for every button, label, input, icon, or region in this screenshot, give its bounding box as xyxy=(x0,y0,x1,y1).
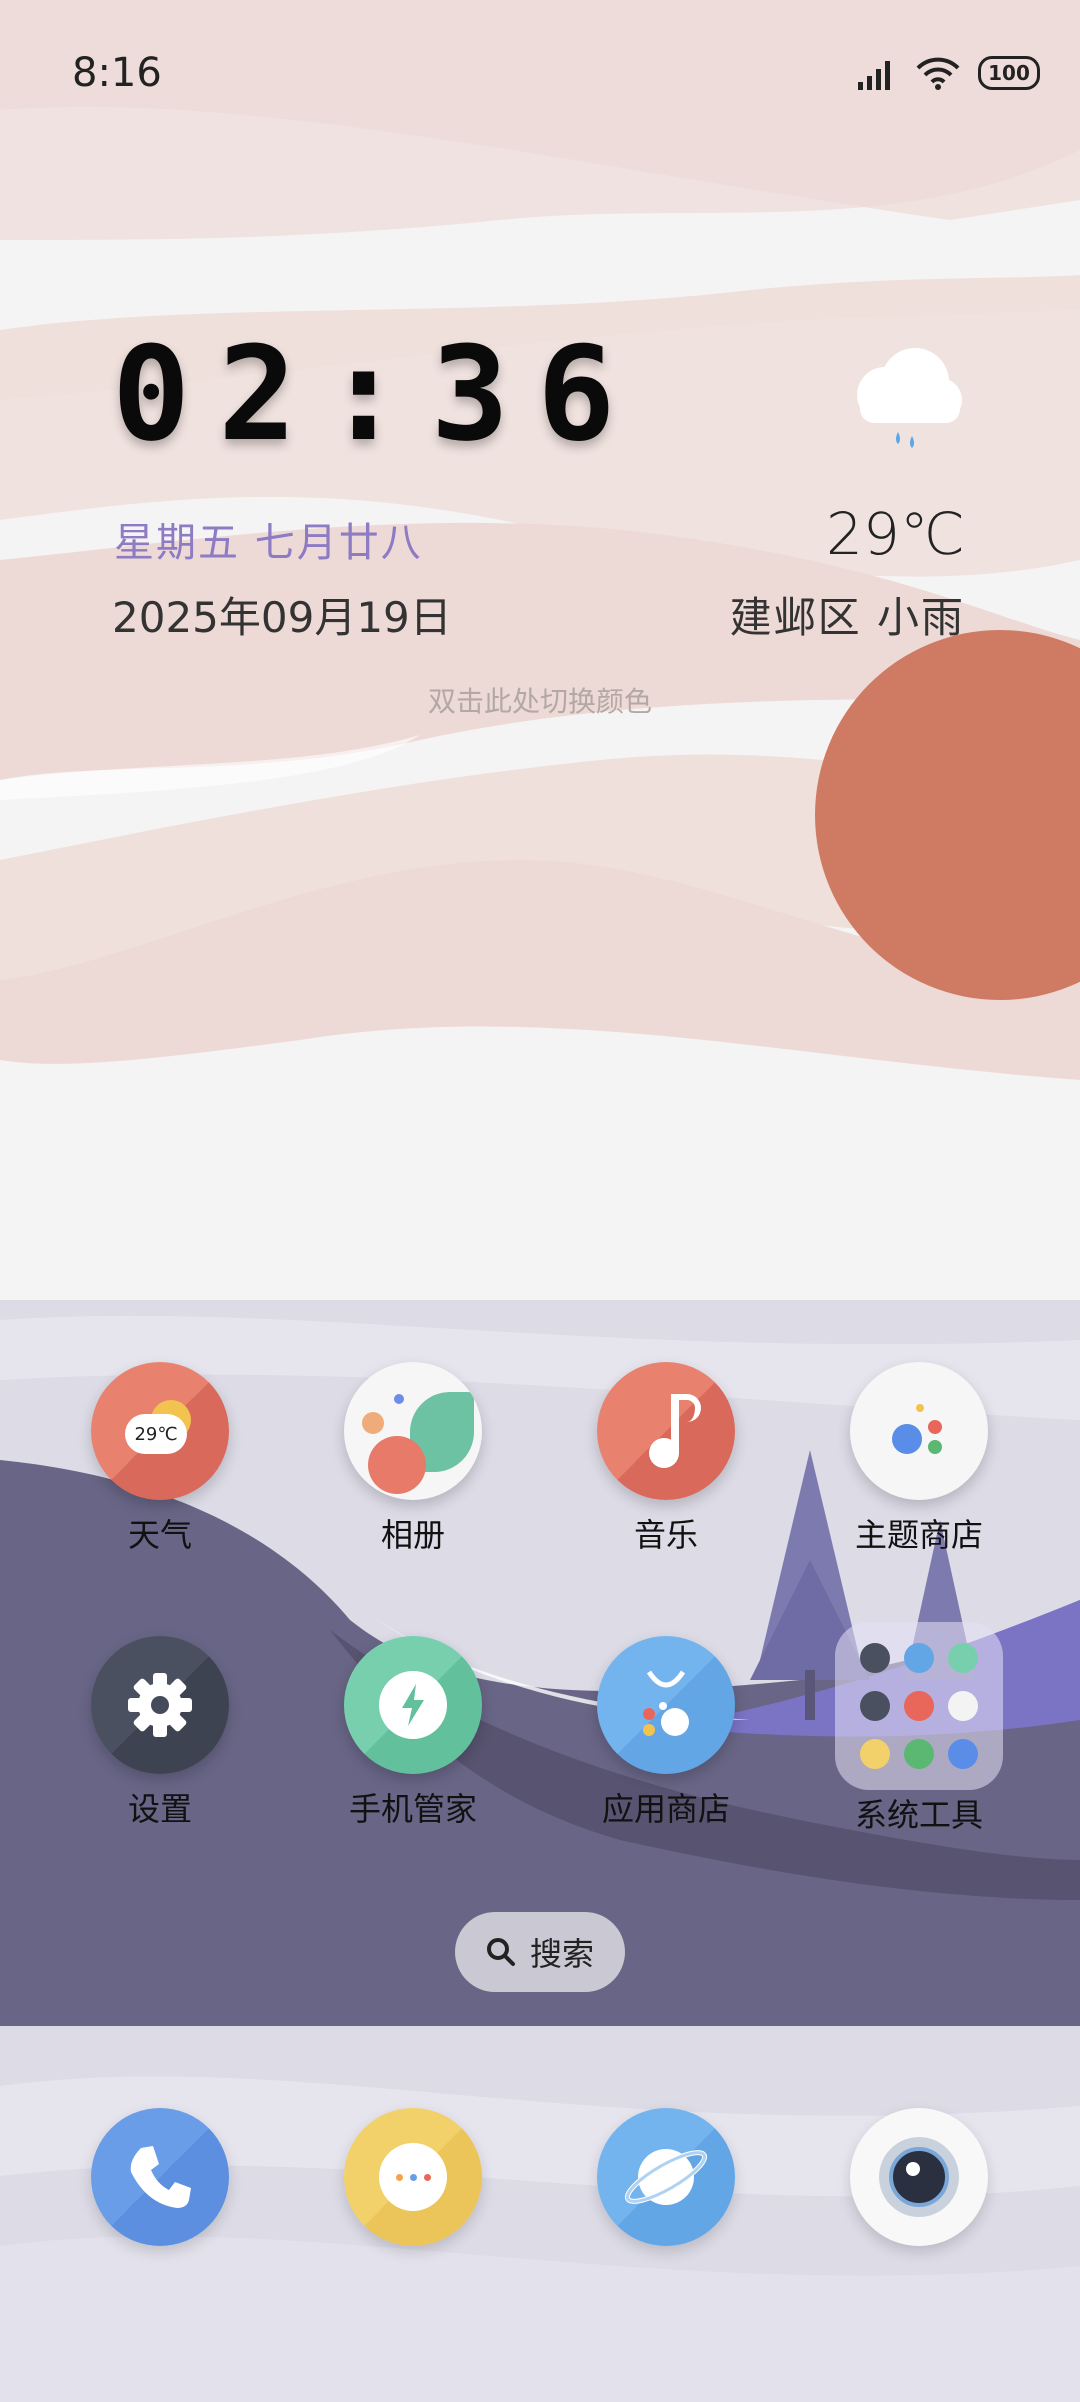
color-switch-hint[interactable]: 双击此处切换颜色 xyxy=(0,680,1080,720)
battery-icon: 100 xyxy=(978,56,1040,90)
camera-icon[interactable] xyxy=(850,2108,988,2246)
mini-app-icon xyxy=(948,1691,978,1721)
mini-app-icon xyxy=(904,1739,934,1769)
mini-app-icon xyxy=(860,1691,890,1721)
folder-system-tools[interactable]: 系统工具 xyxy=(819,1622,1019,1836)
app-label: 主题商店 xyxy=(854,1516,983,1554)
weather-app-icon: 29℃ xyxy=(91,1362,229,1500)
clock-time[interactable]: 02:36 xyxy=(112,318,643,470)
location-weather: 建邺区 小雨 xyxy=(729,593,965,642)
status-icons: 100 xyxy=(858,56,1040,90)
app-label: 设置 xyxy=(127,1790,192,1828)
app-phone-manager[interactable]: 手机管家 xyxy=(313,1636,513,1830)
app-label: 天气 xyxy=(127,1516,192,1554)
lunar-date: 星期五 七月廿八 xyxy=(114,520,423,566)
signal-icon xyxy=(858,61,890,90)
app-app-store[interactable]: 应用商店 xyxy=(566,1636,766,1830)
mini-app-icon xyxy=(860,1643,890,1673)
gear-icon xyxy=(91,1636,229,1774)
phone-icon[interactable] xyxy=(91,2108,229,2246)
mini-app-icon xyxy=(860,1739,890,1769)
calendar-date: 2025年09月19日 xyxy=(112,593,452,642)
lightning-shield-icon xyxy=(344,1636,482,1774)
status-time: 8:16 xyxy=(72,50,162,96)
music-note-icon xyxy=(597,1362,735,1500)
app-music[interactable]: 音乐 xyxy=(566,1362,766,1556)
mini-app-icon xyxy=(904,1691,934,1721)
search-button[interactable]: 搜索 xyxy=(455,1912,625,1992)
app-gallery[interactable]: 相册 xyxy=(313,1362,513,1556)
folder-icon xyxy=(835,1622,1003,1790)
app-settings[interactable]: 设置 xyxy=(60,1636,260,1830)
app-weather[interactable]: 29℃ 天气 xyxy=(60,1362,260,1556)
messages-icon[interactable] xyxy=(344,2108,482,2246)
mini-app-icon xyxy=(948,1739,978,1769)
rain-cloud-icon xyxy=(857,348,962,448)
search-label: 搜索 xyxy=(529,1935,594,1973)
app-label: 系统工具 xyxy=(854,1796,983,1834)
theme-store-icon xyxy=(850,1362,988,1500)
mini-app-icon xyxy=(948,1643,978,1673)
app-label: 手机管家 xyxy=(348,1790,477,1828)
app-theme-store[interactable]: 主题商店 xyxy=(819,1362,1019,1556)
wifi-icon xyxy=(916,57,960,90)
app-label: 音乐 xyxy=(633,1516,698,1554)
app-label: 应用商店 xyxy=(601,1790,730,1828)
gallery-icon xyxy=(344,1362,482,1500)
browser-icon[interactable] xyxy=(597,2108,735,2246)
weather-badge: 29℃ xyxy=(125,1414,187,1454)
wallpaper-top xyxy=(0,0,1080,1300)
search-icon xyxy=(486,1938,515,1966)
app-label: 相册 xyxy=(380,1516,445,1554)
app-store-bag-icon xyxy=(597,1636,735,1774)
temperature: 29℃ xyxy=(826,500,965,568)
mini-app-icon xyxy=(904,1643,934,1673)
